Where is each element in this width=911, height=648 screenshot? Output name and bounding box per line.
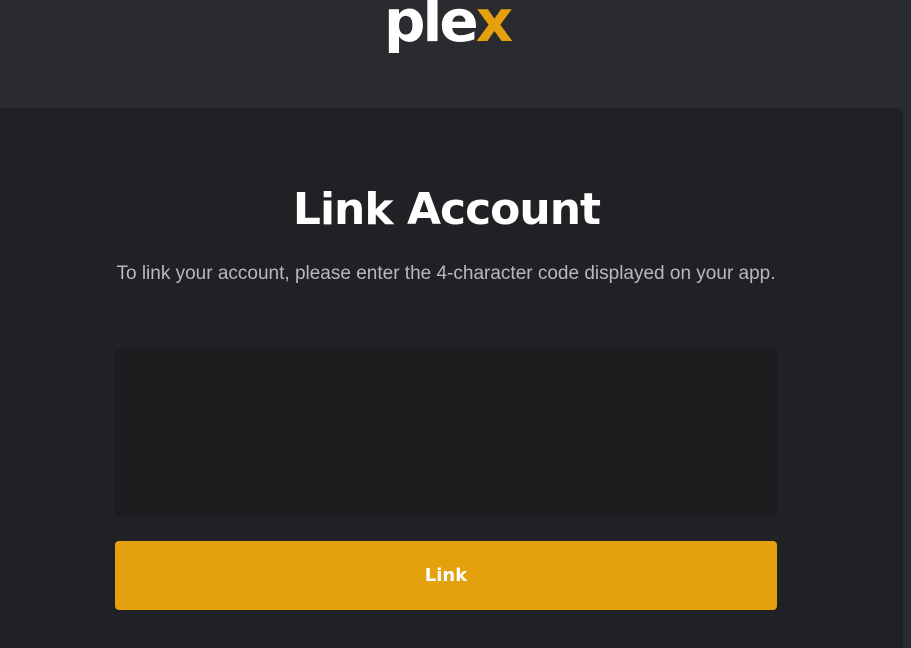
code-input[interactable]: [115, 349, 777, 516]
link-account-card: Link Account To link your account, pleas…: [0, 108, 903, 648]
page-title: Link Account: [292, 184, 601, 235]
header: plex: [0, 0, 911, 108]
link-button[interactable]: Link: [115, 541, 777, 610]
instructions-text: To link your account, please enter the 4…: [116, 263, 776, 284]
plex-logo: plex: [384, 0, 513, 60]
logo-text: plex: [384, 0, 513, 50]
logo-text-main: ple: [384, 0, 479, 55]
logo-text-accent: x: [475, 0, 513, 55]
page: plex Link Account To link your account, …: [0, 0, 911, 648]
